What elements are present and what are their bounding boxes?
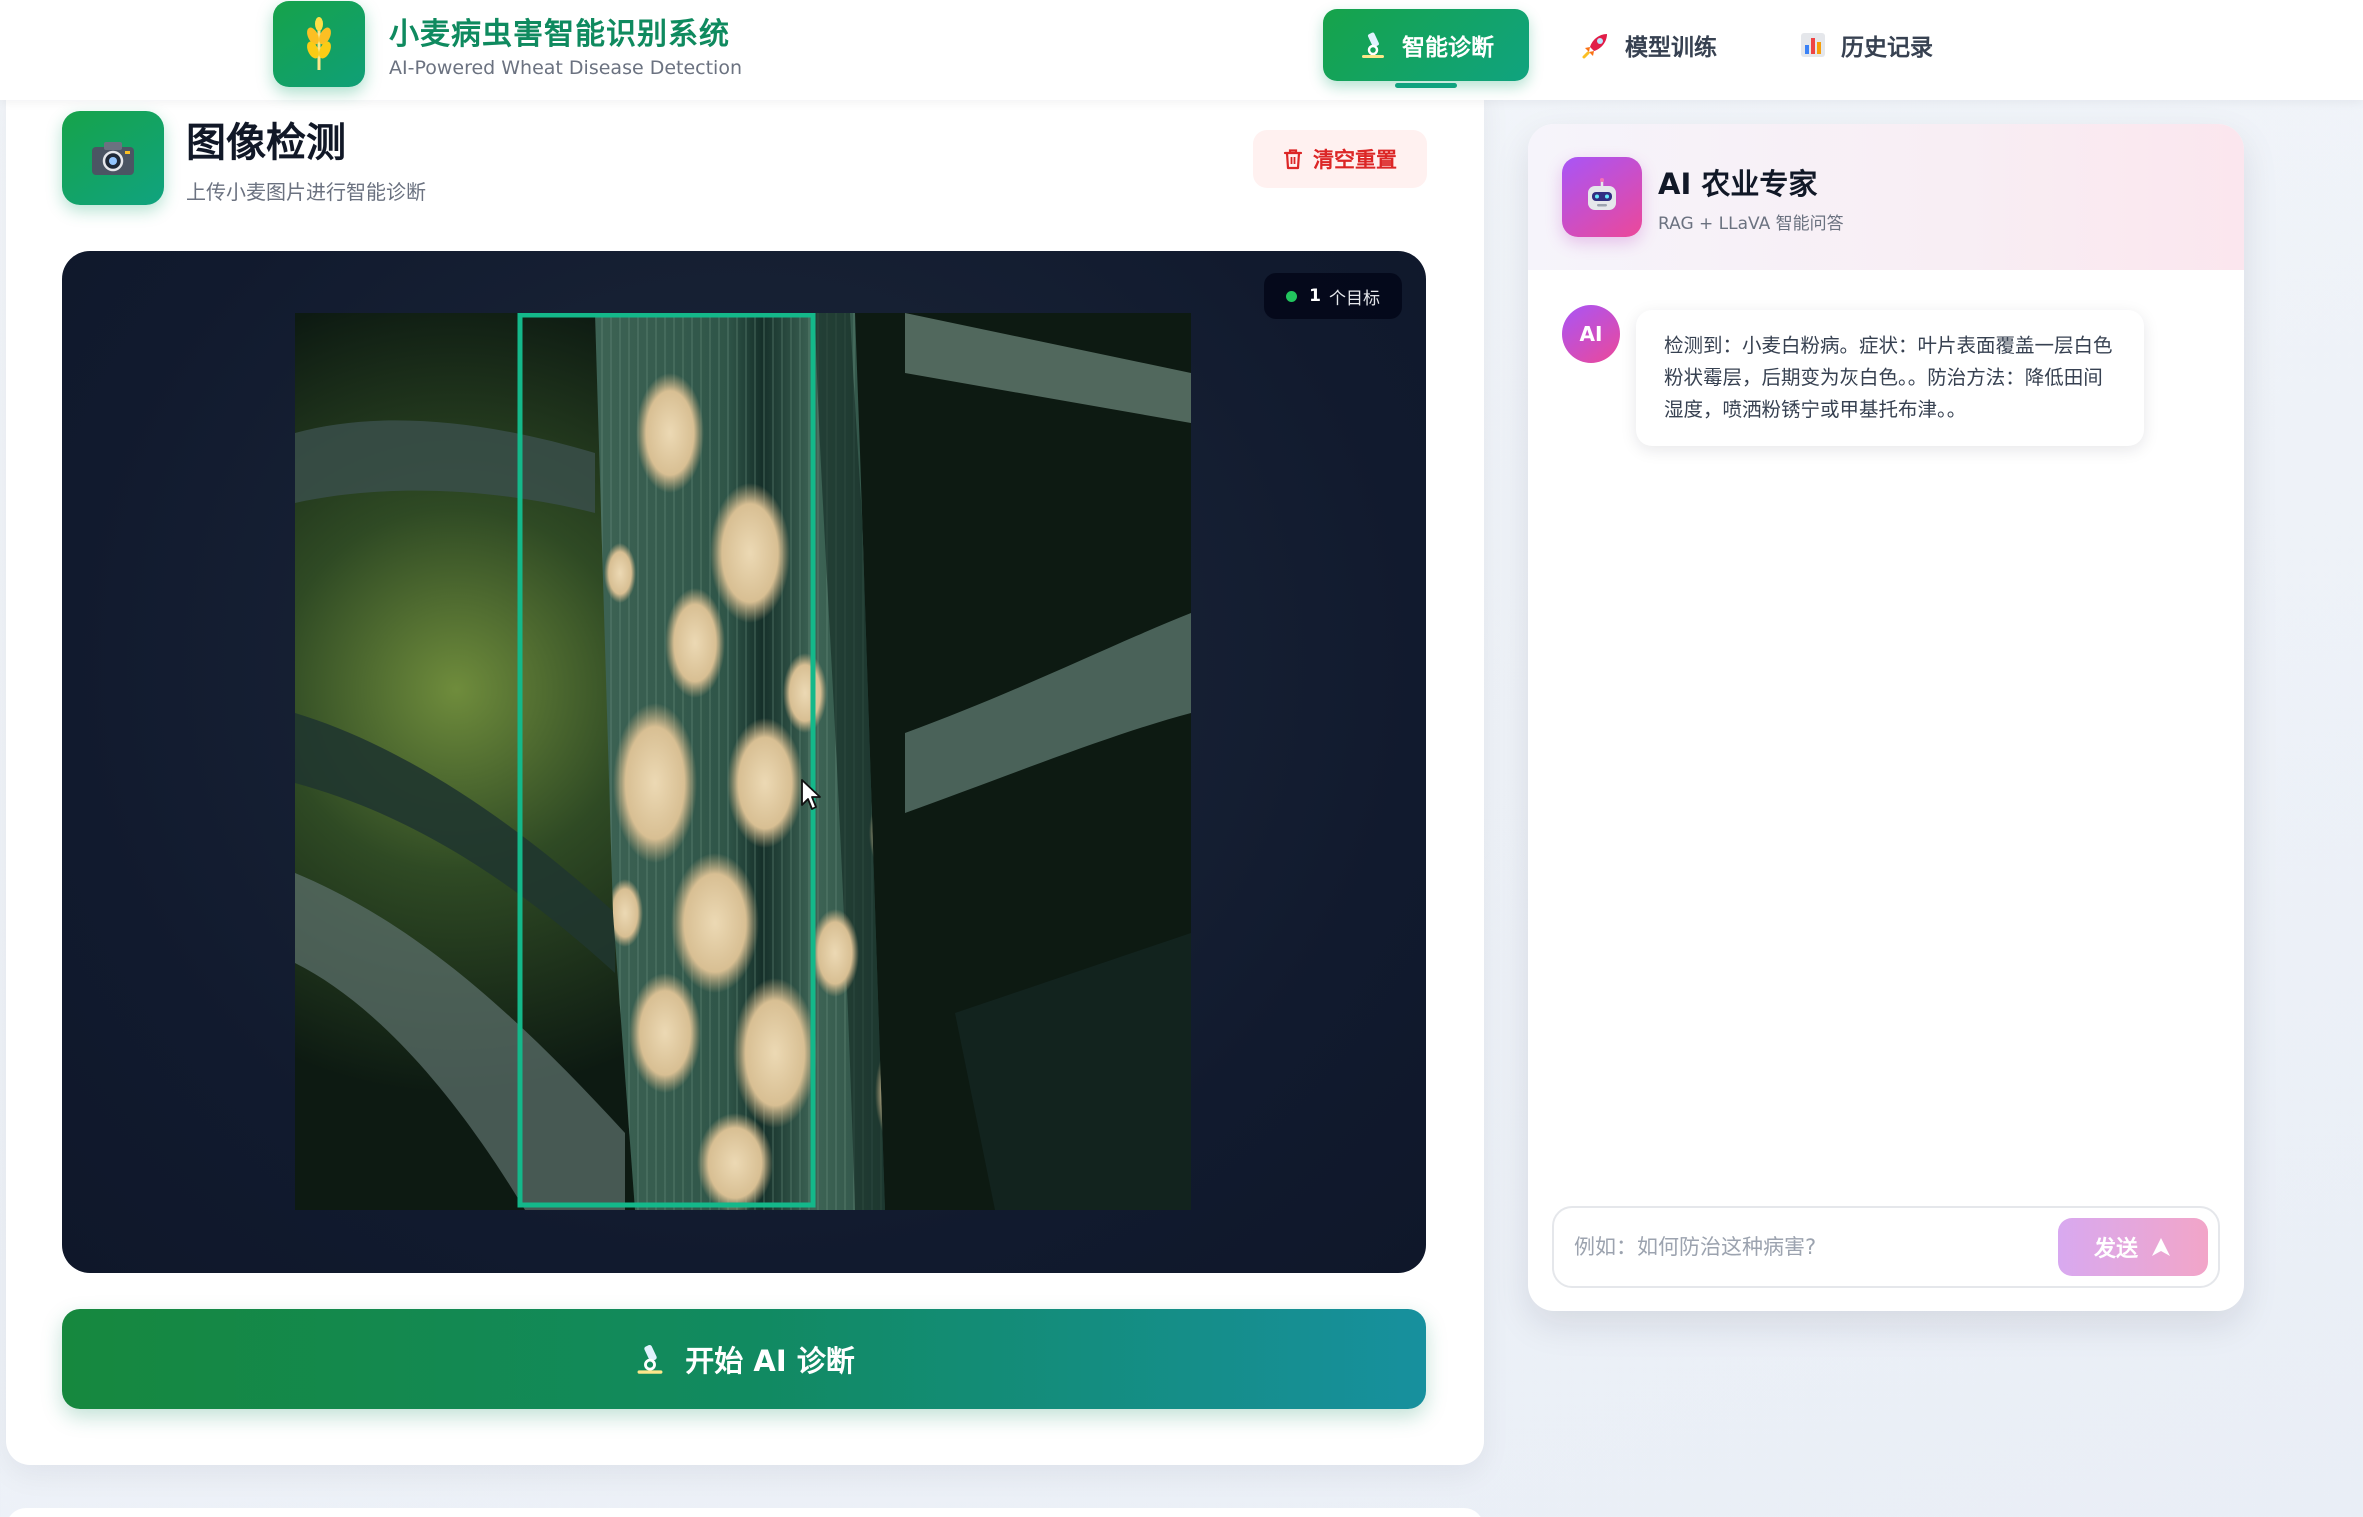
panel-header: 图像检测 上传小麦图片进行智能诊断 bbox=[62, 110, 426, 205]
start-ai-diagnosis-button[interactable]: 开始 AI 诊断 bbox=[62, 1309, 1426, 1409]
nav-label: 模型训练 bbox=[1625, 35, 1717, 61]
ai-avatar: AI bbox=[1562, 305, 1620, 363]
robot-icon bbox=[1562, 157, 1642, 237]
reset-label: 清空重置 bbox=[1313, 148, 1397, 172]
target-label: 个目标 bbox=[1329, 288, 1380, 309]
send-label: 发送 bbox=[2093, 1237, 2138, 1262]
chat-title: AI 农业专家 bbox=[1658, 166, 1818, 201]
camera-icon bbox=[62, 110, 164, 205]
chat-header: AI 农业专家 RAG + LLaVA 智能问答 bbox=[1528, 124, 2244, 270]
app-title: 小麦病虫害智能识别系统 bbox=[389, 17, 730, 52]
image-detection-panel: 图像检测 上传小麦图片进行智能诊断 清空重置 1 个目标 开始 AI 诊断 bbox=[6, 72, 1484, 1465]
microscope-icon bbox=[633, 1342, 667, 1376]
top-navigation-bar: 小麦病虫害智能识别系统 AI-Powered Wheat Disease Det… bbox=[0, 0, 2363, 100]
send-icon bbox=[2150, 1236, 2172, 1258]
chat-subtitle: RAG + LLaVA 智能问答 bbox=[1658, 213, 1844, 234]
nav-label: 智能诊断 bbox=[1402, 35, 1494, 61]
wheat-leaf-image bbox=[295, 313, 1191, 1210]
status-dot bbox=[1286, 290, 1298, 302]
ai-expert-chat-panel: AI 农业专家 RAG + LLaVA 智能问答 AI 检测到：小麦白粉病。症状… bbox=[1528, 124, 2244, 1311]
target-count: 1 bbox=[1309, 286, 1321, 306]
clear-reset-button[interactable]: 清空重置 bbox=[1253, 130, 1427, 188]
image-viewer[interactable]: 1 个目标 bbox=[62, 251, 1426, 1273]
trash-icon bbox=[1283, 148, 1303, 170]
target-count-badge: 1 个目标 bbox=[1264, 273, 1402, 319]
microscope-icon bbox=[1358, 30, 1388, 60]
mouse-cursor-icon bbox=[801, 779, 821, 810]
main-nav: 智能诊断 模型训练 历史记录 bbox=[1323, 8, 1985, 88]
wheat-icon bbox=[273, 1, 365, 87]
chat-input-bar: 发送 bbox=[1552, 1206, 2220, 1288]
app-subtitle: AI-Powered Wheat Disease Detection bbox=[389, 57, 742, 79]
nav-item-diagnosis[interactable]: 智能诊断 bbox=[1323, 9, 1529, 88]
panel-title: 图像检测 bbox=[186, 120, 346, 166]
chat-message: AI 检测到：小麦白粉病。症状：叶片表面覆盖一层白色粉状霉层，后期变为灰白色。。… bbox=[1562, 305, 2144, 446]
start-label: 开始 AI 诊断 bbox=[685, 1344, 855, 1378]
brand[interactable]: 小麦病虫害智能识别系统 AI-Powered Wheat Disease Det… bbox=[273, 0, 742, 88]
bar-chart-icon bbox=[1799, 31, 1827, 59]
nav-item-history[interactable]: 历史记录 bbox=[1769, 9, 1963, 81]
nav-item-training[interactable]: 模型训练 bbox=[1551, 9, 1747, 81]
panel-subtitle: 上传小麦图片进行智能诊断 bbox=[186, 180, 426, 204]
next-panel-edge bbox=[6, 1508, 1484, 1517]
ai-message-bubble: 检测到：小麦白粉病。症状：叶片表面覆盖一层白色粉状霉层，后期变为灰白色。。防治方… bbox=[1636, 310, 2144, 446]
chat-input[interactable] bbox=[1574, 1222, 2044, 1272]
rocket-icon bbox=[1581, 30, 1611, 60]
send-button[interactable]: 发送 bbox=[2058, 1218, 2208, 1276]
nav-label: 历史记录 bbox=[1841, 35, 1933, 61]
